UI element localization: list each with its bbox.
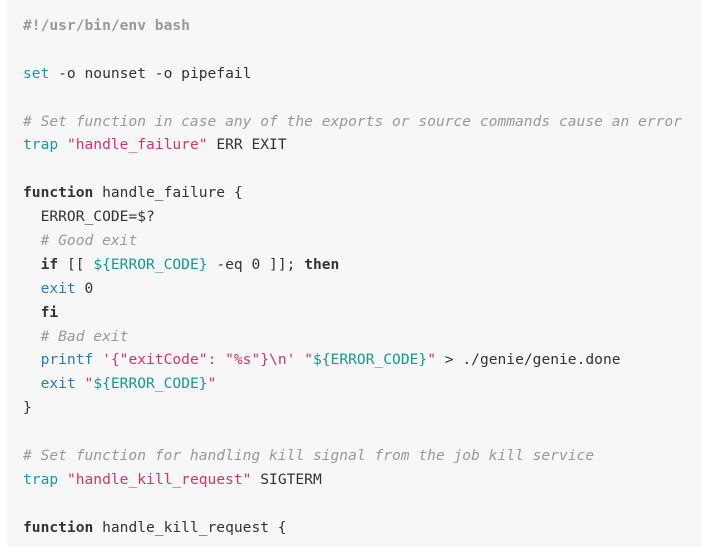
code-line: # Bad exit: [7, 325, 702, 349]
code-token: ERROR_CODE=$?: [23, 208, 155, 226]
code-token: }: [23, 399, 32, 417]
code-token: function: [23, 184, 94, 202]
code-token: 0: [75, 279, 94, 297]
code-token: trap: [23, 136, 59, 154]
code-token: # Set function in case any of the export…: [23, 112, 682, 130]
code-token: ${ERROR_CODE}: [312, 351, 428, 369]
code-token: # Set function for handling kill signal …: [23, 447, 595, 465]
code-token: exit: [40, 279, 76, 297]
code-token: if: [40, 255, 59, 273]
code-token: -eq 0 ]];: [207, 255, 305, 273]
code-token: -o nounset -o pipefail: [49, 64, 252, 82]
code-token: ${ERROR_CODE}: [93, 255, 208, 273]
code-line: fi: [7, 301, 702, 325]
code-line: # Good exit: [7, 229, 702, 253]
code-token: exit: [40, 375, 76, 393]
code-token: set: [23, 64, 50, 82]
code-token: "handle_kill_request": [66, 470, 252, 488]
code-line: set -o nounset -o pipefail: [7, 62, 702, 86]
code-token: printf: [40, 351, 94, 369]
code-line: function handle_failure {: [7, 181, 702, 205]
code-token: # Good exit: [40, 232, 138, 250]
code-line: # Set function for handling kill signal …: [7, 444, 702, 468]
code-block[interactable]: #!/usr/bin/env bash set -o nounset -o pi…: [7, 0, 702, 547]
code-token: trap: [23, 470, 59, 488]
code-token: function: [23, 518, 94, 536]
code-line: function handle_kill_request {: [7, 516, 702, 540]
code-line: #!/usr/bin/env bash: [7, 14, 702, 38]
code-line: # Set function in case any of the export…: [7, 110, 702, 134]
code-line: if [[ ${ERROR_CODE} -eq 0 ]]; then: [7, 253, 702, 277]
code-token: ": [84, 375, 94, 393]
code-token: "handle_failure": [66, 136, 208, 154]
code-token: handle_failure {: [93, 184, 243, 202]
code-token: #!/usr/bin/env bash: [23, 17, 190, 34]
code-token: ": [304, 351, 313, 369]
code-token: fi: [40, 303, 59, 321]
code-line: trap "handle_failure" ERR EXIT: [7, 133, 702, 157]
code-line: trap "handle_kill_request" SIGTERM: [7, 468, 702, 492]
code-token: handle_kill_request {: [93, 518, 287, 536]
code-token: # Bad exit: [40, 327, 129, 345]
code-line: exit "${ERROR_CODE}": [7, 372, 702, 396]
code-line: ERROR_CODE=$?: [7, 205, 702, 229]
code-token: SIGTERM: [251, 470, 322, 488]
code-line: }: [7, 396, 702, 420]
code-line: exit 0: [7, 277, 702, 301]
code-token: ": [427, 351, 437, 369]
code-token: > ./genie/genie.done: [436, 351, 621, 369]
code-token: ${ERROR_CODE}: [93, 375, 208, 393]
code-line: printf '{"exitCode": "%s"}\n' "${ERROR_C…: [7, 348, 702, 372]
code-listing: #!/usr/bin/env bash set -o nounset -o pi…: [7, 14, 702, 540]
code-token: ": [207, 375, 217, 393]
code-token: ERR EXIT: [207, 136, 287, 154]
code-token: '{"exitCode": "%s"}\n': [102, 351, 296, 369]
code-token: then: [304, 255, 340, 273]
code-token: [[: [58, 255, 94, 273]
